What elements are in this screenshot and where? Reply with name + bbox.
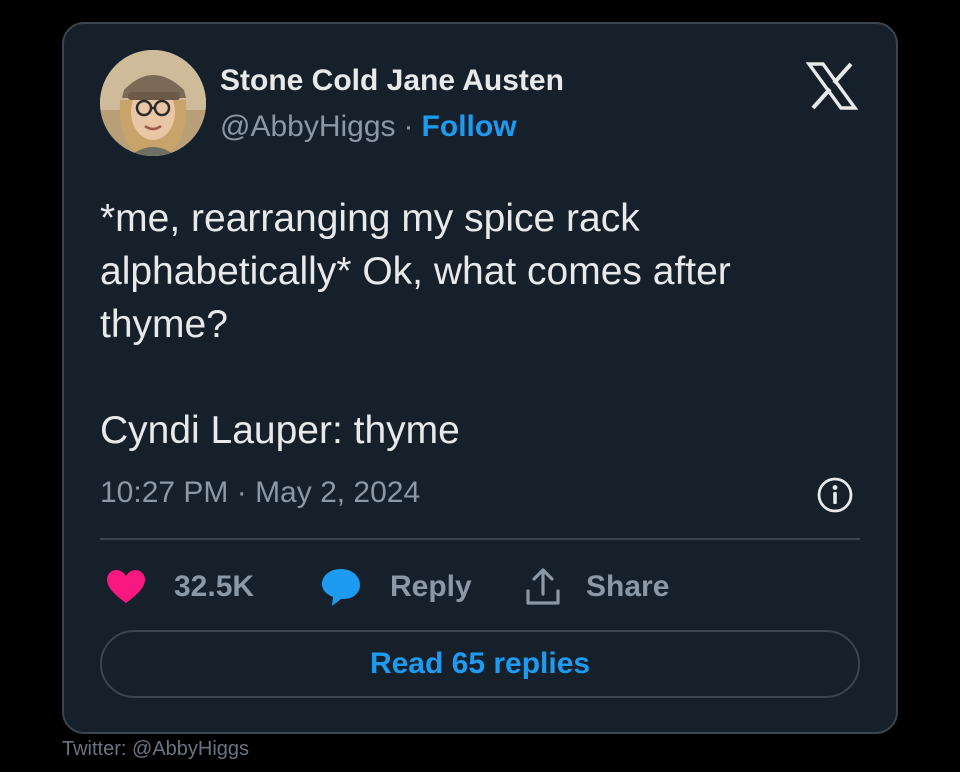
reply-bubble-icon [322, 569, 360, 606]
tweet-line: *me, rearranging my spice rack [100, 197, 640, 240]
reply-label: Reply [390, 570, 472, 603]
tweet-card: Stone Cold Jane Austen @AbbyHiggs · Follow… [62, 22, 898, 734]
tweet-timestamp[interactable]: 10:27 PM · May 2, 2024 [100, 476, 420, 510]
tweet-text: *me, rearranging my spice rack alphabeti… [100, 192, 860, 457]
share-button[interactable]: Share [524, 564, 669, 610]
display-name[interactable]: Stone Cold Jane Austen [220, 64, 564, 98]
info-icon[interactable] [816, 476, 854, 514]
share-label: Share [586, 570, 670, 603]
handle-separator: · [403, 110, 414, 143]
x-logo-icon[interactable] [805, 62, 859, 110]
avatar[interactable] [100, 50, 206, 156]
like-count: 32.5K [174, 570, 255, 603]
divider [100, 538, 860, 540]
tweet-line: Cyndi Lauper: thyme [100, 409, 460, 452]
share-icon [526, 568, 560, 605]
reply-button[interactable]: Reply [320, 564, 472, 610]
source-credit: Twitter: @AbbyHiggs [62, 738, 250, 760]
heart-icon [107, 570, 145, 603]
read-replies-button[interactable]: Read 65 replies [100, 630, 860, 698]
handle[interactable]: @AbbyHiggs [220, 110, 396, 143]
action-bar: 32.5K Reply Share [100, 564, 860, 610]
avatar-image [100, 50, 206, 156]
tweet-line: alphabetically* Ok, what comes after [100, 250, 731, 293]
like-button[interactable]: 32.5K [106, 564, 254, 610]
follow-button[interactable]: Follow [422, 110, 517, 143]
tweet-line: thyme? [100, 303, 228, 346]
handle-row: @AbbyHiggs · Follow [220, 110, 517, 144]
